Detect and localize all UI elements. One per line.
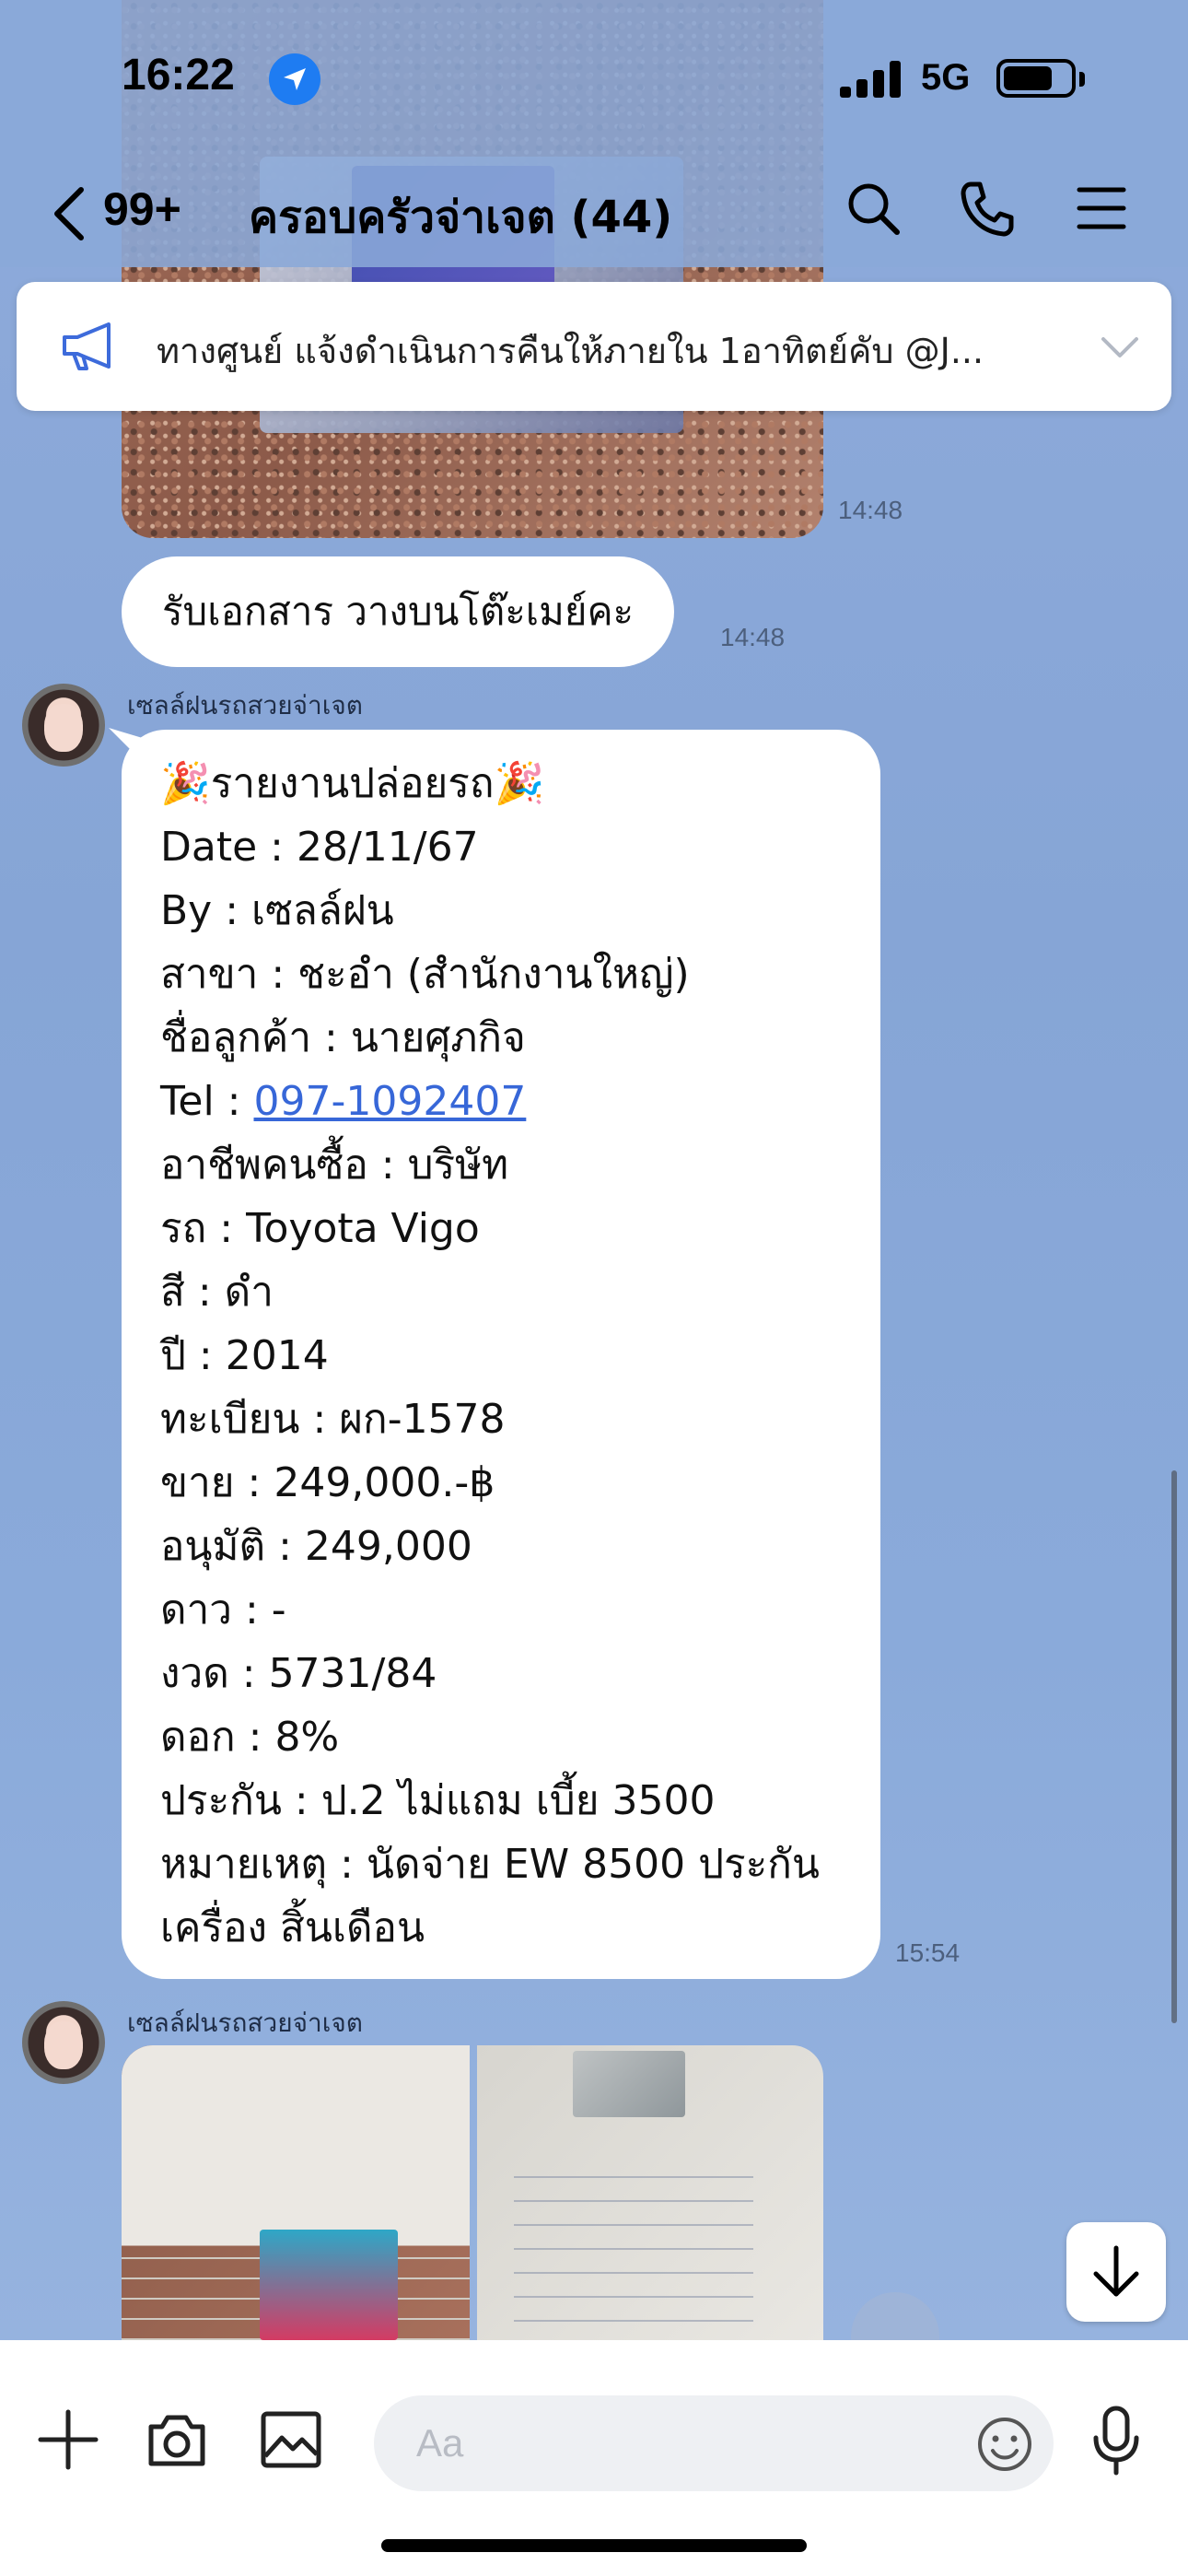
report-title: 🎉รายงานปล่อยรถ🎉 [160,760,545,807]
arrow-down-icon [1093,2245,1139,2297]
camera-icon[interactable] [146,2412,208,2469]
line-value: 8% [274,1714,340,1761]
message-time: 15:54 [895,1938,961,1967]
message-time: 14:48 [720,623,786,651]
report-message-bubble[interactable]: 🎉รายงานปล่อยรถ🎉 Date : 28/11/67 By : เซล… [122,730,880,1979]
line-value: ชะอำ (สำนักงานใหญ่) [297,951,690,998]
report-line: อนุมัติ : 249,000 [160,1515,842,1578]
megaphone-icon [63,322,111,370]
phone-icon[interactable] [958,179,1017,238]
line-value: ป.2 ไม่แถม เบี้ย 3500 [320,1777,716,1824]
chevron-down-icon[interactable] [1100,328,1140,365]
plus-icon[interactable] [37,2408,99,2471]
phone-link[interactable]: 097-1092407 [254,1078,527,1125]
avatar[interactable] [22,2001,105,2084]
line-label: ปี : [160,1332,226,1379]
report-line: ดอก : 8% [160,1705,842,1769]
line-value: เซลล์ฝน [251,887,394,934]
network-label: 5G [921,57,971,98]
report-line: ทะเบียน : ผก-1578 [160,1388,842,1451]
line-value: บริษัท [407,1142,509,1188]
line-value: เครื่อง สิ้นเดือน [160,1904,425,1951]
report-line: ชื่อลูกค้า : นายศุภกิจ [160,1006,842,1070]
report-line: เครื่อง สิ้นเดือน [160,1896,842,1960]
line-value: นายศุภกิจ [350,1014,526,1061]
line-value: 249,000.-฿ [274,1459,495,1506]
home-indicator [381,2539,807,2552]
line-label: ชื่อลูกค้า : [160,1014,351,1061]
photo-document[interactable] [122,2045,470,2340]
line-label: Date : [160,824,297,871]
line-label: ดอก : [160,1714,275,1761]
line-value: - [271,1587,286,1633]
line-label: สี : [160,1269,225,1316]
line-value: 2014 [225,1332,329,1379]
line-value: 249,000 [304,1523,472,1570]
report-line: Date : 28/11/67 [160,815,842,879]
report-line: อาชีพคนซื้อ : บริษัท [160,1133,842,1197]
line-label: หมายเหตุ : [160,1841,367,1888]
battery-icon [996,59,1085,98]
line-label: รถ : [160,1205,247,1252]
line-value: นัดจ่าย EW 8500 ประกัน [366,1841,820,1888]
message-input[interactable] [374,2395,1054,2491]
scroll-indicator[interactable] [1171,1470,1177,2023]
line-label: ดาว : [160,1587,272,1633]
line-label: อาชีพคนซื้อ : [160,1142,408,1188]
chat-header: 99+ ครอบครัวจ่าเจต (44) [0,157,1188,267]
sender-name: เซลล์ฝนรถสวยจ่าเจต [127,690,363,720]
image-icon[interactable] [260,2410,322,2469]
report-line: รถ : Toyota Vigo [160,1197,842,1260]
line-label: ประกัน : [160,1777,321,1824]
line-value: Toyota Vigo [246,1205,480,1252]
report-line: ดาว : - [160,1578,842,1642]
sender-name: เซลล์ฝนรถสวยจ่าเจต [127,2008,363,2038]
location-arrow-icon [269,53,320,105]
microphone-icon[interactable] [1089,2405,1144,2476]
line-label: อนุมัติ : [160,1523,305,1570]
line-value: 28/11/67 [296,824,479,871]
menu-icon[interactable] [1074,181,1129,236]
back-chevron-icon[interactable] [46,184,92,243]
line-label: งวด : [160,1650,269,1697]
report-line: งวด : 5731/84 [160,1642,842,1705]
line-label: ทะเบียน : [160,1396,340,1443]
photo-id-document[interactable] [477,2045,823,2340]
report-line: หมายเหตุ : นัดจ่าย EW 8500 ประกัน [160,1832,842,1896]
line-label: By : [160,887,252,934]
report-line: By : เซลล์ฝน [160,879,842,943]
report-line: ประกัน : ป.2 ไม่แถม เบี้ย 3500 [160,1769,842,1832]
unread-count[interactable]: 99+ [103,182,181,236]
status-bar: 16:22 5G [0,0,1188,157]
report-line: ขาย : 249,000.-฿ [160,1451,842,1515]
status-time: 16:22 [122,51,235,100]
emoji-icon[interactable] [976,2416,1033,2473]
search-icon[interactable] [844,179,903,238]
line-value: ดำ [224,1269,274,1316]
message-bubble[interactable]: รับเอกสาร วางบนโต๊ะเมย์คะ [122,556,675,667]
line-label: ขาย : [160,1459,274,1506]
line-value: ผก-1578 [339,1396,506,1443]
chat-title[interactable]: ครอบครัวจ่าเจต (44) [249,182,672,252]
announcement-banner[interactable]: ทางศูนย์ แจ้งดำเนินการคืนให้ภายใน 1อาทิต… [17,282,1171,411]
scroll-to-bottom-button[interactable] [1066,2222,1166,2322]
report-line: สี : ดำ [160,1260,842,1324]
report-line: Tel : 097-1092407 [160,1070,842,1133]
line-label: Tel : [160,1078,254,1125]
photo-album-message[interactable] [122,2045,823,2340]
avatar[interactable] [22,684,105,767]
report-line: สาขา : ชะอำ (สำนักงานใหญ่) [160,943,842,1006]
message-composer [0,2340,1188,2576]
message-time: 14:48 [838,496,903,524]
report-line: ปี : 2014 [160,1324,842,1388]
cellular-signal-icon [840,61,904,98]
line-value: 5731/84 [268,1650,437,1697]
line-label: สาขา : [160,951,298,998]
announcement-text: ทางศูนย์ แจ้งดำเนินการคืนให้ภายใน 1อาทิต… [157,331,984,371]
